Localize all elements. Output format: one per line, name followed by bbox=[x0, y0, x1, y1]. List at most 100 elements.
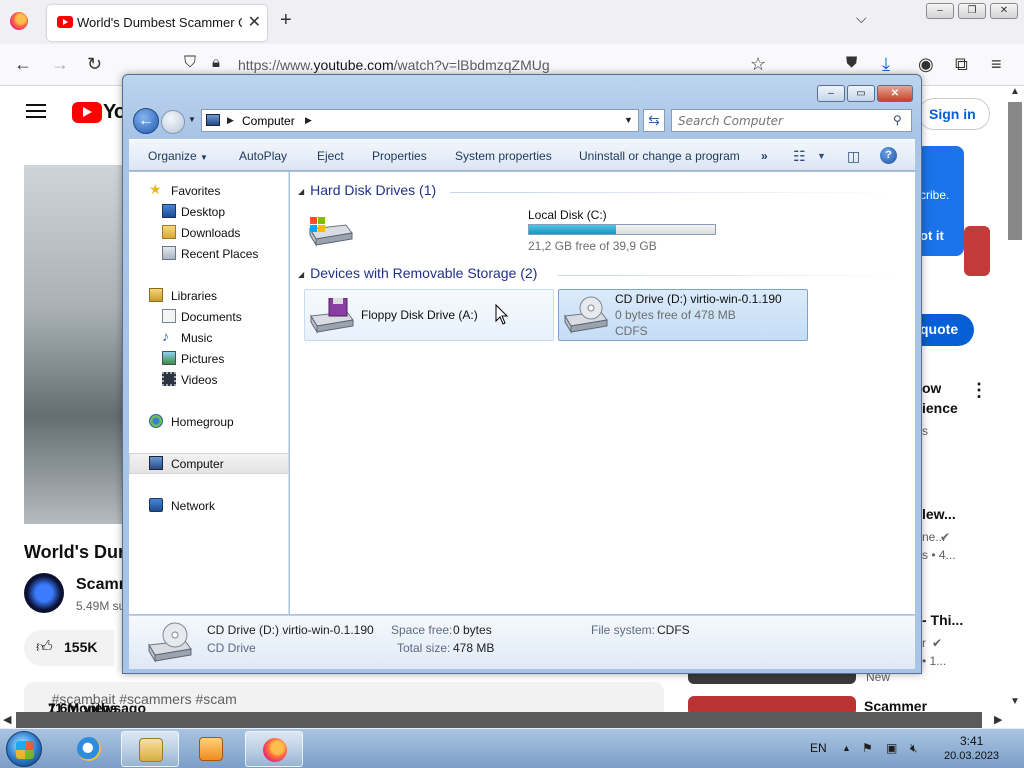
firefox-view-icon[interactable] bbox=[10, 12, 28, 30]
side-video-title[interactable]: Scammer bbox=[864, 698, 927, 712]
side-video-title[interactable]: lew... bbox=[922, 506, 956, 522]
nav-computer[interactable]: Computer bbox=[129, 453, 289, 474]
preview-pane-icon[interactable]: ◫ bbox=[847, 148, 860, 165]
nav-recent-places[interactable]: Recent Places bbox=[129, 243, 289, 264]
drive-d-item[interactable]: CD Drive (D:) virtio-win-0.1.190 0 bytes… bbox=[558, 289, 808, 341]
ad-thumbnail[interactable] bbox=[964, 226, 990, 276]
network-status-icon[interactable]: ▣ bbox=[886, 741, 897, 755]
explorer-close-button[interactable]: ✕ bbox=[877, 85, 913, 102]
drive-d-free-space: 0 bytes free of 478 MB bbox=[615, 308, 736, 322]
side-video-thumbnail[interactable] bbox=[688, 696, 856, 712]
side-video-title[interactable]: ience bbox=[922, 400, 958, 416]
tab-close-icon[interactable]: ✕ bbox=[248, 12, 261, 32]
nav-downloads[interactable]: Downloads bbox=[129, 222, 289, 243]
side-video-title[interactable]: ow bbox=[922, 380, 941, 396]
get-quote-button[interactable]: quote bbox=[916, 314, 974, 346]
group-header-hard-disks[interactable]: ◢ Hard Disk Drives (1) bbox=[298, 182, 436, 198]
like-button[interactable]: 👍︎ 155K bbox=[24, 630, 114, 666]
action-center-flag-icon[interactable]: ⚑ bbox=[862, 741, 873, 755]
lock-icon[interactable]: 🔒︎ bbox=[212, 54, 220, 71]
back-arrow-icon[interactable]: ← bbox=[14, 54, 32, 75]
eject-button[interactable]: Eject bbox=[317, 149, 344, 163]
nav-documents[interactable]: Documents bbox=[129, 306, 289, 327]
menu-icon[interactable]: ≡ bbox=[991, 54, 1002, 75]
drive-a-item[interactable]: Floppy Disk Drive (A:) bbox=[304, 289, 554, 341]
collapse-triangle-icon: ◢ bbox=[298, 186, 305, 196]
clock-date[interactable]: 20.03.2023 bbox=[944, 750, 999, 762]
nav-pictures[interactable]: Pictures bbox=[129, 348, 289, 369]
language-indicator[interactable]: EN bbox=[810, 741, 827, 755]
volume-muted-icon[interactable]: 🔇︎ bbox=[910, 741, 918, 756]
autoplay-button[interactable]: AutoPlay bbox=[239, 149, 287, 163]
scroll-up-arrow-icon[interactable]: ▲ bbox=[1010, 86, 1020, 97]
taskbar-windows-explorer[interactable] bbox=[121, 731, 179, 767]
account-icon[interactable]: ◉ bbox=[918, 54, 934, 75]
nav-music[interactable]: ♪ Music bbox=[129, 327, 289, 348]
extensions-icon[interactable]: ⧉ bbox=[955, 54, 968, 75]
back-button[interactable]: ← bbox=[133, 108, 159, 134]
side-video-title[interactable]: - Thi... bbox=[922, 612, 963, 628]
help-icon[interactable]: ? bbox=[880, 147, 897, 164]
bookmark-star-icon[interactable]: ☆ bbox=[750, 54, 766, 75]
breadcrumb-arrow-icon[interactable]: ▶ bbox=[227, 115, 234, 126]
refresh-button[interactable]: ⇆ bbox=[643, 109, 665, 132]
organize-menu[interactable]: Organize ▼ bbox=[148, 149, 208, 163]
nav-videos[interactable]: Videos bbox=[129, 369, 289, 390]
view-options-dropdown-icon[interactable]: ▼ bbox=[817, 151, 826, 161]
scroll-down-arrow-icon[interactable]: ▼ bbox=[1010, 696, 1020, 707]
list-all-tabs-icon[interactable]: ⌵ bbox=[856, 10, 867, 27]
nav-libraries[interactable]: Libraries bbox=[129, 285, 289, 306]
properties-button[interactable]: Properties bbox=[372, 149, 427, 163]
downloads-icon[interactable]: ⤓ bbox=[882, 54, 890, 75]
change-view-icon[interactable]: ☷ bbox=[793, 148, 806, 165]
shield-icon[interactable]: ⛉ bbox=[184, 54, 196, 72]
search-input[interactable] bbox=[671, 109, 912, 132]
youtube-logo-icon[interactable] bbox=[72, 102, 102, 123]
taskbar-firefox[interactable] bbox=[245, 731, 303, 767]
new-tab-button[interactable]: + bbox=[280, 9, 292, 32]
channel-avatar[interactable] bbox=[24, 573, 64, 613]
promo-card[interactable]: cribe. ot it bbox=[916, 146, 964, 256]
more-options-icon[interactable]: ⋮ bbox=[970, 380, 988, 401]
video-player[interactable] bbox=[24, 165, 124, 524]
scroll-left-arrow-icon[interactable]: ◀ bbox=[3, 712, 11, 728]
uninstall-program-button[interactable]: Uninstall or change a program bbox=[579, 149, 740, 163]
browser-restore-button[interactable]: ❐ bbox=[958, 3, 986, 19]
breadcrumb-arrow-icon[interactable]: ▶ bbox=[305, 115, 312, 126]
taskbar-internet-explorer[interactable] bbox=[60, 731, 118, 767]
taskbar-media-player[interactable] bbox=[182, 731, 240, 767]
nav-desktop[interactable]: Desktop bbox=[129, 201, 289, 222]
nav-network[interactable]: Network bbox=[129, 495, 289, 516]
hamburger-menu-icon[interactable] bbox=[26, 104, 46, 118]
nav-homegroup[interactable]: Homegroup bbox=[129, 411, 289, 432]
search-icon[interactable]: ⚲ bbox=[893, 113, 902, 127]
explorer-maximize-button[interactable]: ▭ bbox=[847, 85, 875, 102]
horizontal-scroll-thumb[interactable] bbox=[16, 712, 982, 728]
start-button[interactable] bbox=[6, 731, 42, 767]
horizontal-scrollbar[interactable]: ◀ ▶ bbox=[0, 712, 1024, 728]
system-properties-button[interactable]: System properties bbox=[455, 149, 552, 163]
forward-button[interactable] bbox=[161, 110, 185, 134]
group-header-removable[interactable]: ◢ Devices with Removable Storage (2) bbox=[298, 265, 537, 281]
forward-arrow-icon[interactable]: → bbox=[51, 54, 69, 75]
pocket-icon[interactable]: ⛊ bbox=[846, 54, 857, 71]
scroll-right-arrow-icon[interactable]: ▶ bbox=[994, 712, 1002, 728]
browser-tab-active[interactable]: World's Dumbest Scammer Call ✕ bbox=[47, 5, 267, 41]
page-scrollbar[interactable] bbox=[1008, 102, 1022, 240]
nav-favorites[interactable]: ★ Favorites bbox=[129, 180, 289, 201]
clock-time[interactable]: 3:41 bbox=[960, 734, 983, 748]
breadcrumb-computer[interactable]: Computer bbox=[242, 114, 295, 128]
explorer-minimize-button[interactable]: – bbox=[817, 85, 845, 102]
address-bar[interactable]: ▶ Computer ▶ ▼ bbox=[201, 109, 639, 132]
details-item-type: CD Drive bbox=[207, 641, 256, 655]
browser-minimize-button[interactable]: ‒ bbox=[926, 3, 954, 19]
browser-close-button[interactable]: ✕ bbox=[990, 3, 1018, 19]
sign-in-button[interactable]: Sign in bbox=[918, 98, 990, 130]
more-commands-chevron[interactable]: » bbox=[761, 149, 768, 163]
address-dropdown-icon[interactable]: ▼ bbox=[624, 115, 633, 125]
url-text[interactable]: https://www.youtube.com/watch?v=lBbdmzqZ… bbox=[238, 57, 550, 73]
recent-pages-dropdown-icon[interactable]: ▼ bbox=[188, 115, 196, 124]
show-hidden-icons-icon[interactable]: ▲ bbox=[842, 743, 851, 753]
video-description[interactable]: 7.6M views 11 months ago #scambait #scam… bbox=[24, 682, 664, 712]
reload-icon[interactable]: ↻ bbox=[87, 54, 102, 75]
